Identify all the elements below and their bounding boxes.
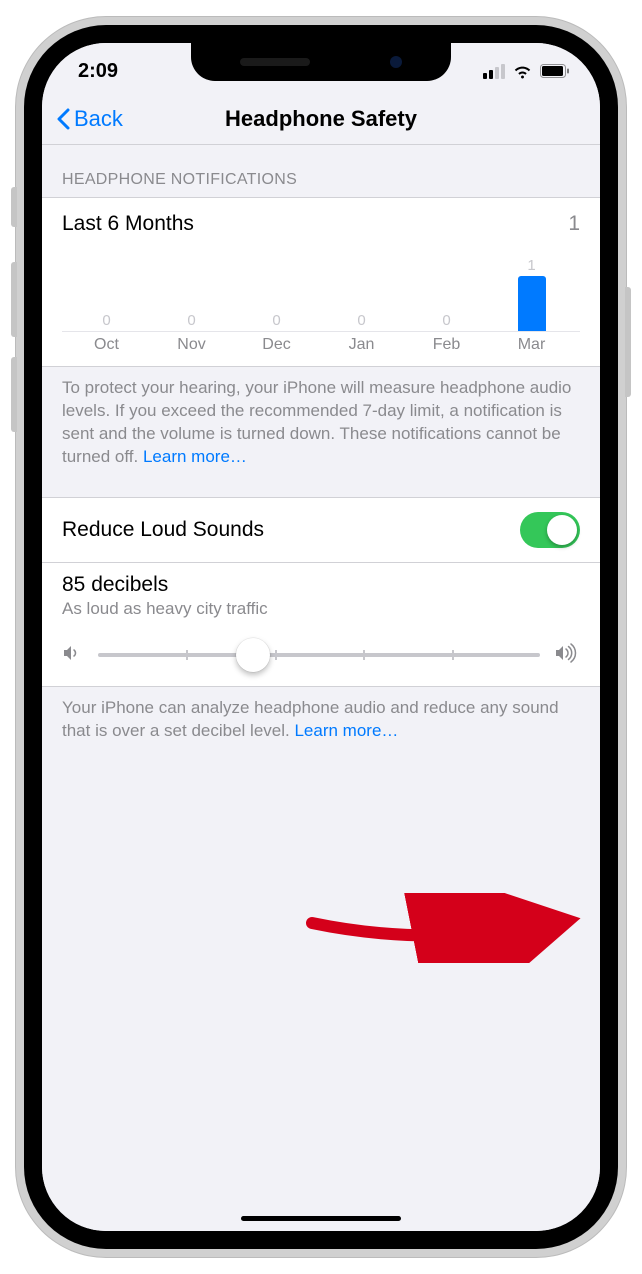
page-title: Headphone Safety	[225, 106, 417, 132]
volume-low-icon	[62, 643, 84, 668]
wifi-icon	[512, 64, 533, 79]
chart-bar: 0	[319, 252, 404, 331]
decibel-value-label: 85 decibels	[62, 573, 580, 597]
chart-total-value: 1	[568, 212, 580, 236]
reduce-loud-sounds-label: Reduce Loud Sounds	[62, 518, 264, 542]
notifications-footer-text: To protect your hearing, your iPhone wil…	[62, 378, 571, 466]
home-indicator[interactable]	[241, 1216, 401, 1221]
back-label: Back	[74, 106, 123, 132]
chart-bar: 0	[149, 252, 234, 331]
notifications-chart-cell[interactable]: Last 6 Months 1 000001 OctNovDecJanFebMa…	[42, 197, 600, 367]
reduce-loud-sounds-cell: Reduce Loud Sounds	[42, 497, 600, 563]
chart-bar: 0	[404, 252, 489, 331]
decibel-slider-cell: 85 decibels As loud as heavy city traffi…	[42, 563, 600, 687]
decibel-slider[interactable]	[98, 653, 540, 657]
section-header-notifications: HEADPHONE NOTIFICATIONS	[42, 145, 600, 197]
chart-bar: 1	[489, 252, 574, 331]
nav-bar: Back Headphone Safety	[42, 93, 600, 145]
volume-high-icon	[554, 643, 580, 668]
learn-more-link[interactable]: Learn more…	[143, 447, 247, 466]
notifications-footer: To protect your hearing, your iPhone wil…	[42, 367, 600, 483]
notifications-bar-chart: 000001 OctNovDecJanFebMar	[62, 252, 580, 356]
reduce-loud-sounds-toggle[interactable]	[520, 512, 580, 548]
back-button[interactable]: Back	[56, 106, 123, 132]
status-time: 2:09	[78, 54, 118, 83]
slider-footer: Your iPhone can analyze headphone audio …	[42, 687, 600, 757]
battery-icon	[540, 64, 570, 78]
chart-period-label: Last 6 Months	[62, 212, 194, 236]
notch	[191, 43, 451, 81]
cellular-icon	[483, 64, 505, 79]
chart-bar: 0	[234, 252, 319, 331]
chart-bar: 0	[64, 252, 149, 331]
learn-more-link-2[interactable]: Learn more…	[294, 721, 398, 740]
decibel-sub-label: As loud as heavy city traffic	[62, 599, 580, 619]
